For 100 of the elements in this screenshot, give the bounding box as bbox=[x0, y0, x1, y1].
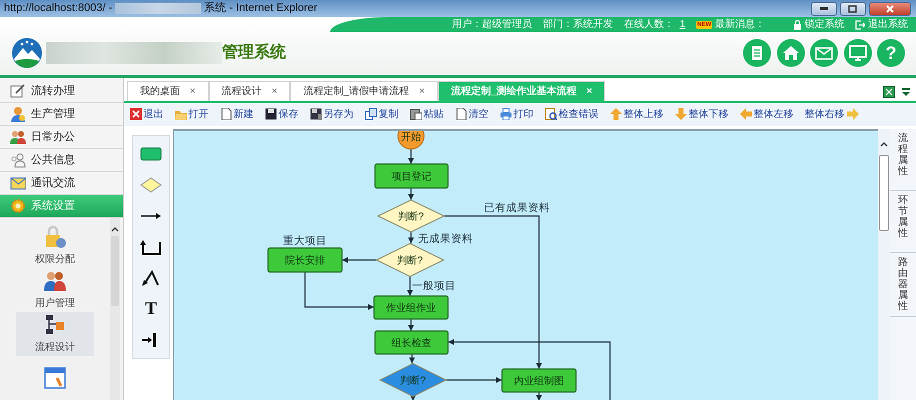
connector-arrow bbox=[408, 319, 414, 332]
home-button[interactable] bbox=[776, 39, 804, 68]
paste-icon bbox=[410, 108, 422, 120]
tab-close-button[interactable]: × bbox=[190, 84, 196, 99]
edge-label: 重大项目 bbox=[282, 235, 327, 248]
tab-close-button[interactable]: × bbox=[419, 84, 425, 99]
maximize-button[interactable] bbox=[840, 2, 866, 16]
page-icon bbox=[220, 108, 232, 120]
scroll-up-icon[interactable] bbox=[111, 226, 120, 232]
toolbar-button[interactable]: 保存 bbox=[264, 106, 298, 122]
toolbar-button[interactable]: 打印 bbox=[500, 106, 534, 122]
gear-icon bbox=[10, 198, 26, 214]
property-tab[interactable]: 路由器属性 bbox=[890, 253, 916, 318]
home-icon bbox=[782, 44, 800, 62]
toolbar-button[interactable]: 整体左移 bbox=[740, 106, 794, 122]
tab[interactable]: 我的桌面 × bbox=[126, 80, 209, 101]
process-node[interactable]: 组长检查 bbox=[374, 330, 448, 355]
connector-arrow bbox=[408, 188, 414, 200]
department-label: 部门：系统开发 bbox=[543, 18, 614, 32]
worker-icon bbox=[10, 106, 26, 122]
up-arrow-icon bbox=[610, 108, 622, 120]
permission-icon bbox=[43, 224, 68, 249]
decision-node[interactable]: 判断? bbox=[378, 363, 447, 398]
messages-label: 最新消息： bbox=[715, 18, 765, 32]
right-arrow-icon bbox=[846, 108, 858, 120]
text-tool-button[interactable]: T bbox=[144, 295, 157, 322]
lock-icon bbox=[792, 20, 802, 30]
connector-arrow bbox=[410, 395, 416, 400]
process-node[interactable]: 作业组作业 bbox=[373, 296, 448, 320]
edge-label: 已有成果资料 bbox=[484, 202, 550, 214]
mail-icon bbox=[10, 175, 26, 192]
toolbar-button[interactable]: 粘贴 bbox=[410, 106, 444, 122]
monitor-icon bbox=[848, 44, 866, 62]
decision-node[interactable]: 判断? bbox=[376, 200, 445, 233]
toolbar-button[interactable]: 检查错误 bbox=[544, 106, 598, 122]
dropdown-icon[interactable] bbox=[900, 86, 910, 97]
toolbar-button[interactable]: 新建 bbox=[220, 106, 254, 122]
user-label: 用户：超级管理员 bbox=[452, 18, 532, 32]
tab[interactable]: 流程定制_请假申请流程 × bbox=[290, 80, 438, 101]
scrollbar[interactable] bbox=[878, 129, 890, 400]
mail-button[interactable] bbox=[810, 39, 838, 68]
close-button[interactable] bbox=[868, 2, 910, 16]
property-tab[interactable]: 流程属性 bbox=[890, 129, 916, 192]
window-title: 系统 - Internet Explorer bbox=[204, 0, 318, 16]
copy-icon bbox=[364, 108, 376, 120]
sidebar-subitem[interactable]: 用户管理 bbox=[16, 268, 94, 312]
magnifier-icon bbox=[544, 108, 556, 120]
printer-icon bbox=[500, 108, 512, 120]
person-icon bbox=[10, 152, 26, 168]
toolbar-button[interactable]: 清空 bbox=[454, 106, 488, 122]
edge-label: 无成果资料 bbox=[418, 233, 473, 246]
folder-icon bbox=[174, 108, 186, 120]
page-icon bbox=[454, 108, 466, 120]
monitor-button[interactable] bbox=[844, 39, 872, 68]
property-tab[interactable]: 环节属性 bbox=[890, 191, 916, 254]
connector-arrow bbox=[304, 272, 374, 310]
connector-arrow bbox=[342, 257, 376, 264]
elbow-connector-icon[interactable] bbox=[139, 238, 163, 256]
sidebar-subitem[interactable]: 流程设计 bbox=[16, 312, 94, 356]
toolbar-button[interactable]: 退出 bbox=[130, 106, 164, 122]
down-arrow-icon bbox=[674, 108, 686, 120]
scrollbar[interactable] bbox=[110, 218, 120, 400]
tab[interactable]: 流程设计 × bbox=[208, 80, 290, 101]
maximize-icon bbox=[848, 4, 858, 12]
process-node[interactable]: 内业组制图 bbox=[501, 368, 576, 393]
toolbar-button[interactable]: 整体右移 bbox=[804, 106, 858, 122]
process-node[interactable]: 项目登记 bbox=[374, 164, 448, 189]
sidebar-subitem[interactable]: 权限分配 bbox=[16, 224, 94, 268]
connector-arrow bbox=[408, 149, 414, 164]
toolbar-button[interactable]: 打开 bbox=[174, 106, 208, 122]
tab-close-button[interactable]: × bbox=[272, 84, 278, 99]
logo-icon bbox=[11, 37, 43, 70]
toolbar-button[interactable]: 整体下移 bbox=[674, 106, 728, 122]
window-title: http://localhost:8003/ - bbox=[4, 1, 112, 16]
connector-arrow bbox=[408, 232, 414, 244]
toolbar-button[interactable]: 复制 bbox=[364, 106, 398, 122]
close-icon bbox=[886, 4, 894, 12]
connector-arrow bbox=[408, 354, 415, 364]
minimize-button[interactable] bbox=[811, 2, 837, 16]
mail-icon bbox=[815, 44, 833, 62]
scroll-up-icon[interactable] bbox=[880, 141, 888, 148]
logout-icon bbox=[855, 20, 866, 30]
fullscreen-icon[interactable] bbox=[883, 86, 895, 98]
decision-node[interactable]: 判断? bbox=[375, 243, 444, 278]
edge-label: 一般项目 bbox=[412, 280, 456, 292]
users-icon bbox=[10, 129, 26, 146]
scroll-thumb[interactable] bbox=[111, 236, 120, 306]
toolbar-button[interactable]: 整体上移 bbox=[610, 106, 664, 122]
form-icon bbox=[43, 366, 68, 390]
left-arrow-icon bbox=[740, 108, 752, 120]
toolbar-button[interactable]: 另存为 bbox=[310, 106, 354, 122]
document-button[interactable] bbox=[743, 39, 771, 68]
online-label: 在线人数： bbox=[624, 18, 674, 32]
diamond-tool-icon[interactable] bbox=[139, 176, 163, 194]
scroll-thumb[interactable] bbox=[879, 155, 889, 232]
process-node[interactable]: 院长安排 bbox=[267, 248, 342, 273]
start-node[interactable]: 开始 bbox=[397, 131, 424, 150]
rectangle-tool-icon[interactable] bbox=[139, 144, 163, 163]
minimize-icon bbox=[820, 7, 828, 10]
app-title: 管理系统 bbox=[222, 42, 286, 64]
